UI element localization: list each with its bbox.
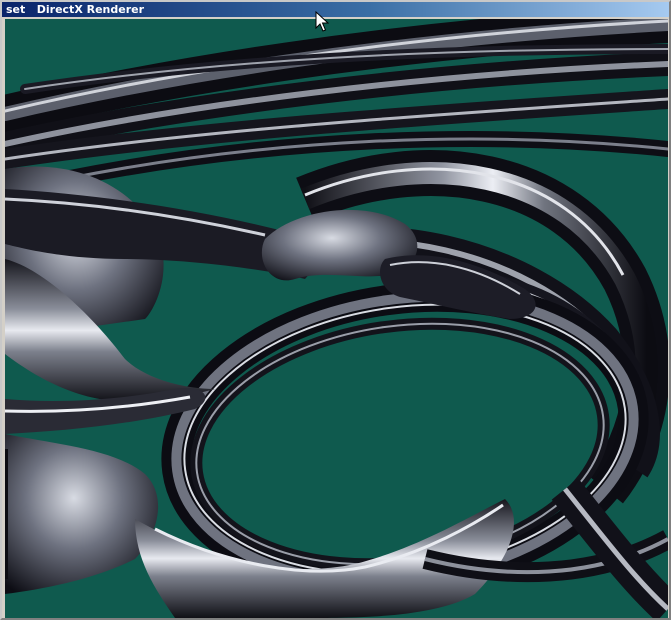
- renderer-window: set DirectX Renderer: [0, 0, 671, 620]
- arrow-cursor-icon: [315, 11, 329, 32]
- window-title: set DirectX Renderer: [6, 3, 145, 16]
- render-scene: [5, 19, 668, 618]
- render-viewport[interactable]: [5, 19, 668, 618]
- title-bar[interactable]: set DirectX Renderer: [2, 2, 669, 17]
